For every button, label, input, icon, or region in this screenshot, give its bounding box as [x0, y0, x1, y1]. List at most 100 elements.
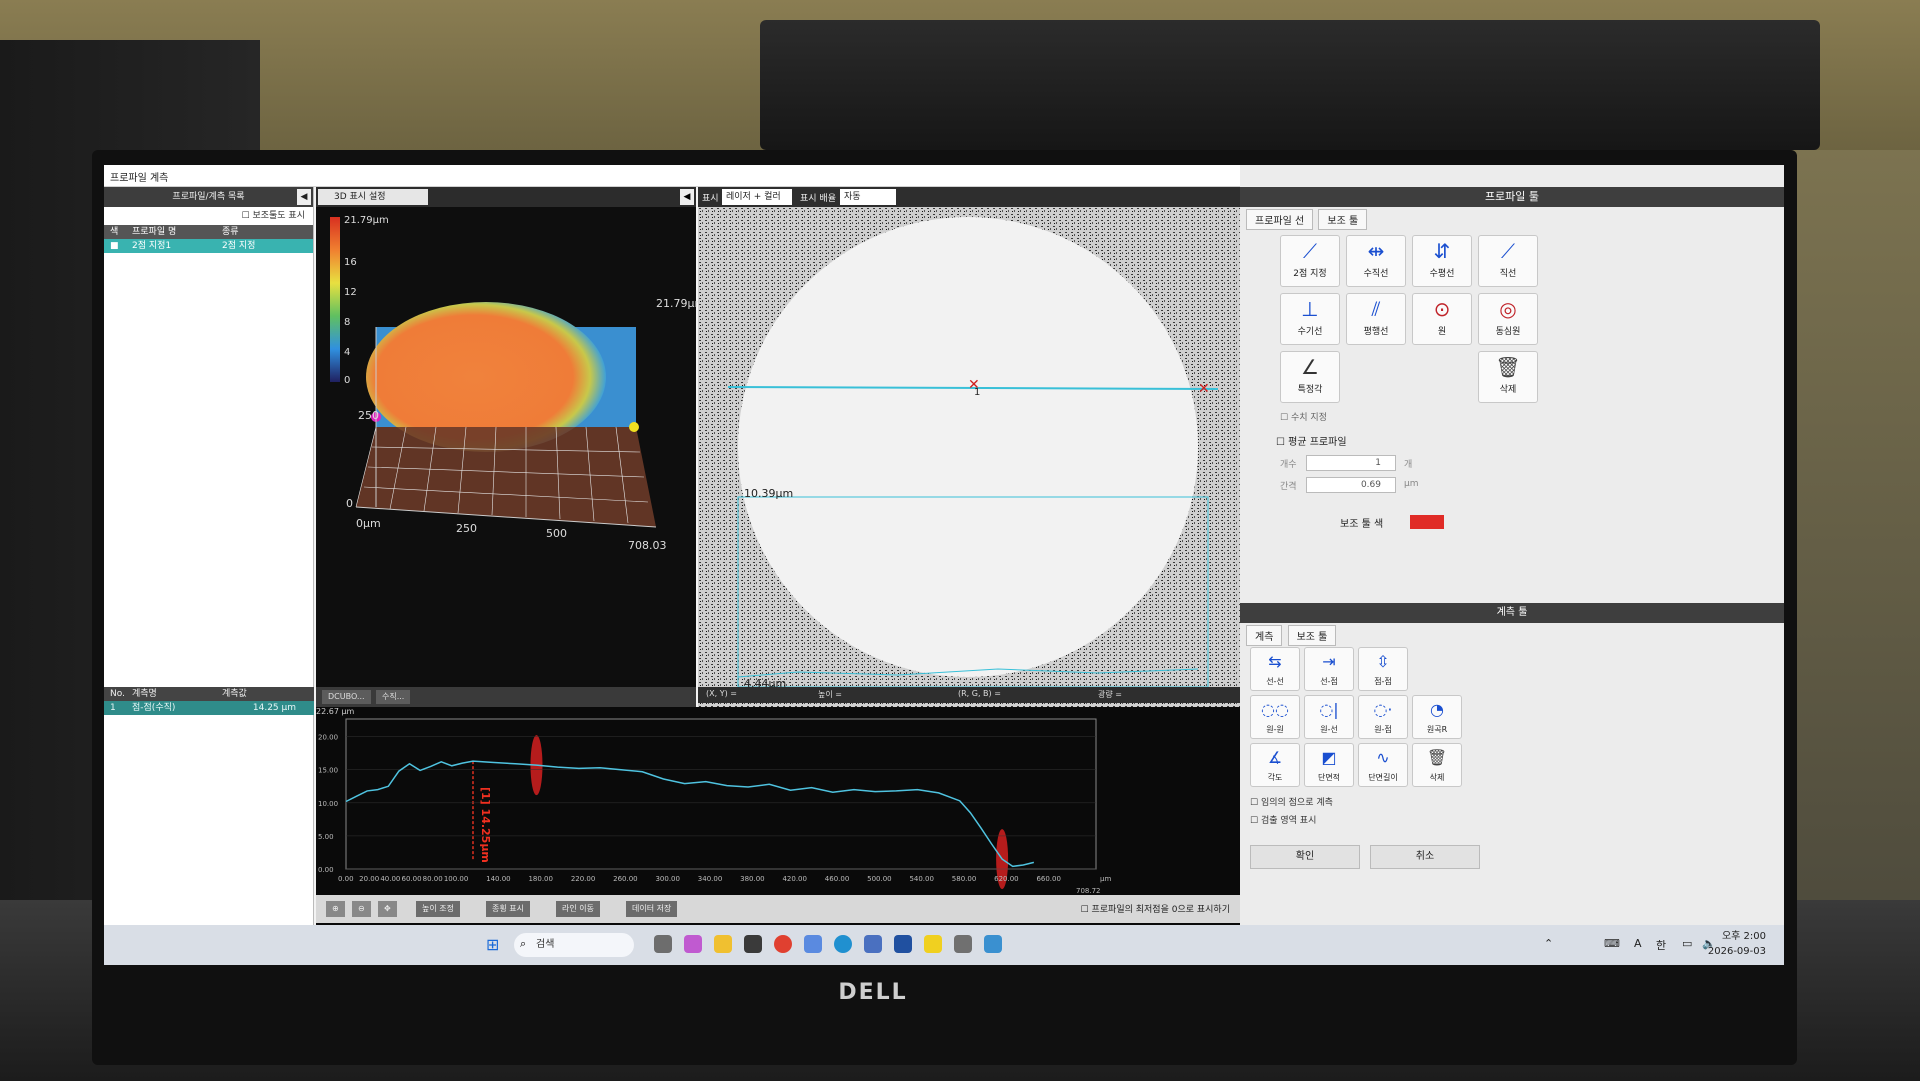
view-tab[interactable]: DCUBO... — [322, 690, 371, 704]
aux-color-swatch[interactable] — [1410, 515, 1444, 529]
file-explorer-icon[interactable] — [714, 935, 732, 953]
chart-button[interactable]: 종횡 표시 — [486, 901, 530, 917]
keyboard-icon[interactable]: ⌨ — [1604, 937, 1620, 950]
kakaotalk-icon[interactable] — [924, 935, 942, 953]
count-input[interactable]: 1 — [1306, 455, 1396, 471]
cancel-button[interactable]: 취소 — [1370, 845, 1480, 869]
measurement-label: [1] 14.25μm — [478, 787, 492, 863]
zoom-in-icon[interactable]: ⊕ — [326, 901, 345, 917]
chrome-icon[interactable] — [774, 935, 792, 953]
chart-button[interactable]: 라인 이동 — [556, 901, 600, 917]
view-tab[interactable]: 수직... — [376, 690, 411, 704]
table-row[interactable]: 1 점-점(수직) 14.25 μm — [104, 701, 314, 715]
vertical-line-button[interactable]: ⇹ 수직선 — [1346, 235, 1406, 287]
circle-line-button[interactable]: ◌| 원-선 — [1304, 695, 1354, 739]
windows-start-icon[interactable]: ⊞ — [486, 935, 499, 954]
tab-profile-line[interactable]: 프로파일 선 — [1246, 209, 1314, 230]
avg-profile-checkbox[interactable]: ☐ 평균 프로파일 — [1276, 433, 1347, 448]
chart-button[interactable]: 데이터 저장 — [626, 901, 678, 917]
measure-label: 단면길이 — [1368, 773, 1398, 782]
two-point-button[interactable]: ⟋ 2점 지정 — [1280, 235, 1340, 287]
interval-input[interactable]: 0.69 — [1306, 477, 1396, 493]
app-icon[interactable] — [804, 935, 822, 953]
app-icon[interactable] — [864, 935, 882, 953]
profile-series-line — [345, 760, 1035, 868]
concentric-circle-button[interactable]: ◎ 동심원 — [1478, 293, 1538, 345]
zoom-out-icon[interactable]: ⊖ — [352, 901, 371, 917]
tray-chevron-icon[interactable]: ⌃ — [1544, 937, 1553, 950]
line-line-button[interactable]: ⇆ 선-선 — [1250, 647, 1300, 691]
cross-section-area-button[interactable]: ◩ 단면적 — [1304, 743, 1354, 787]
app-icon[interactable] — [984, 935, 1002, 953]
circle-circle-button[interactable]: ◌◌ 원-원 — [1250, 695, 1300, 739]
profile-tool-title: 프로파일 툴 — [1240, 187, 1784, 207]
column-header: No. — [110, 689, 125, 699]
edge-icon[interactable] — [834, 935, 852, 953]
circle-button[interactable]: ⊙ 원 — [1412, 293, 1472, 345]
taskbar-search[interactable]: 검색 — [514, 933, 634, 957]
profile-chart[interactable]: 20.0015.0010.005.000.000.00 20.00 40.00 60.… — [316, 707, 1240, 897]
interval-label: 간격 — [1280, 482, 1297, 492]
collapse-3d-icon[interactable]: ◀ — [680, 189, 694, 205]
tab-measure-aux[interactable]: 보조 툴 — [1287, 625, 1337, 646]
3d-surface-plot[interactable] — [316, 207, 696, 687]
delete-tool-button[interactable]: 🗑 삭제 — [1478, 351, 1538, 403]
laser-image-view[interactable]: 표시 레이저 + 컬러 표시 배율 자동 ✕ ✕ 1 10.39μm 4.44μ… — [698, 187, 1240, 707]
profile-end-handle[interactable] — [629, 422, 639, 432]
freehand-line-button[interactable]: ⊥ 수기선 — [1280, 293, 1340, 345]
cross-section-length-button[interactable]: ∿ 단면길이 — [1358, 743, 1408, 787]
collapse-left-icon[interactable]: ◀ — [297, 189, 311, 205]
tool-label: 특정각 — [1297, 385, 1323, 395]
3d-settings-tab[interactable]: 3D 표시 설정 — [318, 189, 428, 205]
window-title: 프로파일 계측 — [110, 173, 169, 184]
show-aux-checkbox[interactable]: ☐ 보조툴도 표시 — [104, 207, 313, 225]
profile-tool-tabs: 프로파일 선 보조 툴 — [1246, 209, 1369, 230]
display-mode-select[interactable]: 레이저 + 컬러 — [722, 189, 792, 205]
chart-y-top: 22.67 μm — [316, 707, 355, 716]
ime-han[interactable]: 한 — [1656, 937, 1666, 953]
line-point-button[interactable]: ⇥ 선-점 — [1304, 647, 1354, 691]
zoom-select[interactable]: 자동 — [840, 189, 896, 205]
parallel-line-button[interactable]: ⫽ 평행선 — [1346, 293, 1406, 345]
clock-time: 오후 2:00 — [1721, 931, 1766, 942]
ime-a[interactable]: A — [1634, 937, 1642, 950]
horizontal-line-button[interactable]: ⇵ 수평선 — [1412, 235, 1472, 287]
numeric-checkbox[interactable]: ☐ 수치 지정 — [1280, 410, 1327, 423]
angle-measure-button[interactable]: ∡ 각도 — [1250, 743, 1300, 787]
taskbar-clock[interactable]: 오후 2:00 2026-09-03 — [1708, 929, 1766, 959]
pan-icon[interactable]: ✥ — [378, 901, 397, 917]
x-tick-label: 660.00 — [1036, 875, 1061, 883]
cross-section-length-icon: ∿ — [1376, 748, 1390, 767]
tab-aux-tool[interactable]: 보조 툴 — [1318, 209, 1368, 230]
copilot-icon[interactable] — [684, 935, 702, 953]
app-icon[interactable] — [954, 935, 972, 953]
angle-button[interactable]: ∠ 특정각 — [1280, 351, 1340, 403]
line-button[interactable]: ⟋ 직선 — [1478, 235, 1538, 287]
count-unit: 개 — [1404, 460, 1413, 470]
radius-button[interactable]: ◔ 원곡R — [1412, 695, 1462, 739]
network-icon[interactable]: ▭ — [1682, 937, 1692, 950]
tab-measure[interactable]: 계측 — [1246, 625, 1283, 646]
tool-label: 수평선 — [1429, 269, 1455, 279]
app-icon[interactable] — [894, 935, 912, 953]
task-view-icon[interactable] — [654, 935, 672, 953]
plot-frame — [345, 718, 1097, 870]
circle-point-button[interactable]: ◌· 원-점 — [1358, 695, 1408, 739]
app-icon[interactable] — [744, 935, 762, 953]
delete-measure-button[interactable]: 🗑 삭제 — [1412, 743, 1462, 787]
color-swatch: ■ — [110, 241, 119, 251]
point-point-button[interactable]: ⇳ 점-점 — [1358, 647, 1408, 691]
chart-button[interactable]: 높이 조정 — [416, 901, 460, 917]
zero-checkbox[interactable]: ☐ 프로파일의 최저점을 0으로 표시하기 — [1081, 902, 1230, 915]
ok-button[interactable]: 확인 — [1250, 845, 1360, 869]
show-area-checkbox[interactable]: ☐ 검출 영역 표시 — [1250, 813, 1316, 826]
arbitrary-point-checkbox[interactable]: ☐ 임의의 점으로 계측 — [1250, 795, 1333, 808]
measure-tool-title: 계측 툴 — [1240, 603, 1784, 623]
table-row[interactable]: ■ 2점 지정1 2점 지정 — [104, 239, 313, 253]
3d-x-label: 500 — [546, 527, 567, 540]
clock-date: 2026-09-03 — [1707, 946, 1766, 957]
angle-measure-icon: ∡ — [1267, 748, 1283, 767]
x-tick-label: 180.00 — [528, 875, 553, 883]
show-area-label: 검출 영역 표시 — [1260, 816, 1317, 826]
tool-label: 동심원 — [1495, 327, 1521, 337]
